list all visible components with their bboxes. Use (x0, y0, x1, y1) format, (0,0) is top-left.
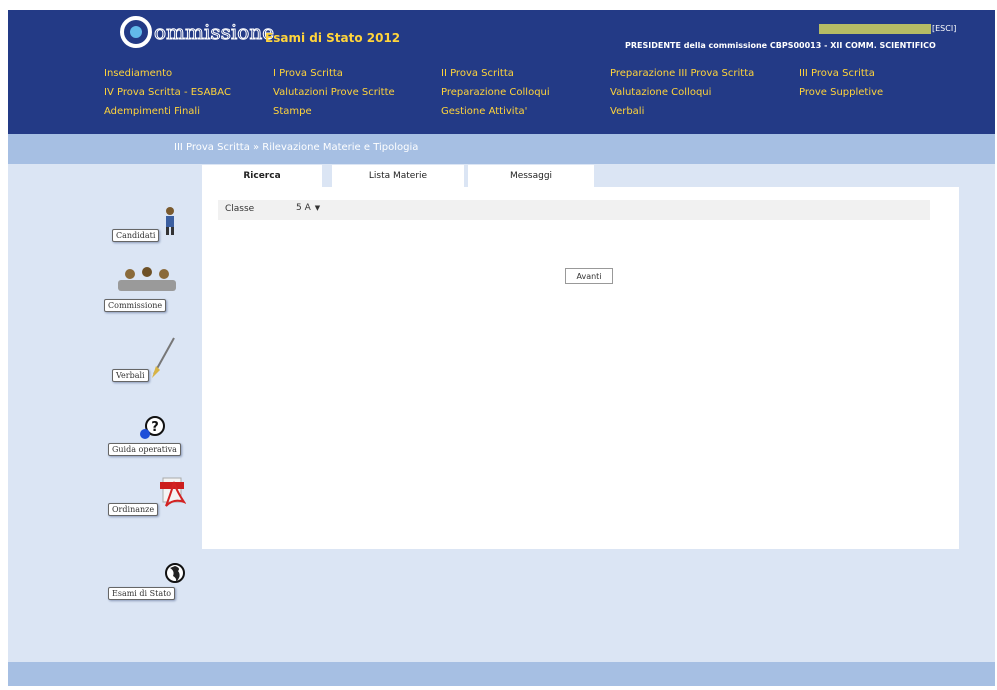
side-guida-button[interactable]: ? Guida operativa (108, 416, 194, 456)
logo-text: ommissione (153, 20, 275, 45)
chevron-down-icon: ▼ (314, 204, 321, 212)
menu-prove-suppletive[interactable]: Prove Suppletive (799, 87, 883, 98)
side-esami-di-stato-button[interactable]: Esami di Stato (108, 562, 188, 600)
pdf-document-icon (160, 477, 186, 507)
side-label-commissione: Commissione (104, 299, 167, 312)
candidate-figure-icon (166, 207, 174, 235)
menu-insediamento[interactable]: Insediamento (104, 68, 172, 79)
tab-lista-materie[interactable]: Lista Materie (332, 165, 464, 187)
menu-stampe[interactable]: Stampe (273, 106, 312, 117)
commission-group-icon (118, 267, 176, 291)
app-title: Esami di Stato 2012 (265, 31, 401, 45)
avanti-button[interactable]: Avanti (565, 268, 613, 284)
menu-valutazioni-prove-scritte[interactable]: Valutazioni Prove Scritte (273, 87, 395, 98)
logo-c-icon (120, 16, 152, 48)
menu-valutazione-colloqui[interactable]: Valutazione Colloqui (610, 87, 711, 98)
side-label-ordinanze: Ordinanze (108, 503, 159, 516)
classe-select[interactable]: 5 A ▼ (296, 203, 320, 213)
commissione-logo: ommissione (120, 14, 275, 50)
content-panel (202, 187, 959, 549)
side-commissione-button[interactable]: Commissione (104, 266, 184, 312)
menu-preparazione-prova-3[interactable]: Preparazione III Prova Scritta (610, 68, 754, 79)
breadcrumb-bar: III Prova Scritta » Rilevazione Materie … (8, 134, 995, 164)
help-question-icon: ? (140, 416, 165, 439)
classe-value: 5 A (296, 203, 311, 213)
side-ordinanze-button[interactable]: Ordinanze (108, 476, 188, 516)
menu-gestione-attivita[interactable]: Gestione Attivita' (441, 106, 527, 117)
redacted-user-name (819, 24, 931, 34)
menu-prova-2[interactable]: II Prova Scritta (441, 68, 514, 79)
app-frame: ommissione Esami di Stato 2012 [ESCI] PR… (8, 10, 995, 686)
menu-prova-3[interactable]: III Prova Scritta (799, 68, 875, 79)
menu-prova-4-esabac[interactable]: IV Prova Scritta - ESABAC (104, 87, 231, 98)
menu-verbali[interactable]: Verbali (610, 106, 644, 117)
side-candidati-button[interactable]: Candidati (112, 206, 178, 242)
svg-text:?: ? (151, 420, 159, 435)
breadcrumb: III Prova Scritta » Rilevazione Materie … (174, 142, 419, 153)
menu-preparazione-colloqui[interactable]: Preparazione Colloqui (441, 87, 550, 98)
tab-ricerca[interactable]: Ricerca (202, 165, 322, 187)
user-role: PRESIDENTE della commissione CBPS00013 -… (625, 41, 936, 50)
side-label-candidati: Candidati (112, 229, 160, 242)
menu-prova-1[interactable]: I Prova Scritta (273, 68, 343, 79)
side-label-verbali: Verbali (112, 369, 149, 382)
side-label-esami-di-stato: Esami di Stato (108, 587, 176, 600)
header: ommissione Esami di Stato 2012 [ESCI] PR… (8, 10, 995, 134)
globe-icon (165, 563, 185, 583)
quill-pen-icon (152, 337, 175, 378)
footer-bar (8, 662, 995, 686)
menu-adempimenti-finali[interactable]: Adempimenti Finali (104, 106, 200, 117)
search-form-row (218, 200, 930, 220)
side-label-guida-operativa: Guida operativa (108, 443, 181, 456)
side-verbali-button[interactable]: Verbali (112, 336, 176, 382)
classe-label: Classe (225, 204, 255, 214)
tab-messaggi[interactable]: Messaggi (468, 165, 594, 187)
exit-link[interactable]: [ESCI] (932, 24, 956, 33)
